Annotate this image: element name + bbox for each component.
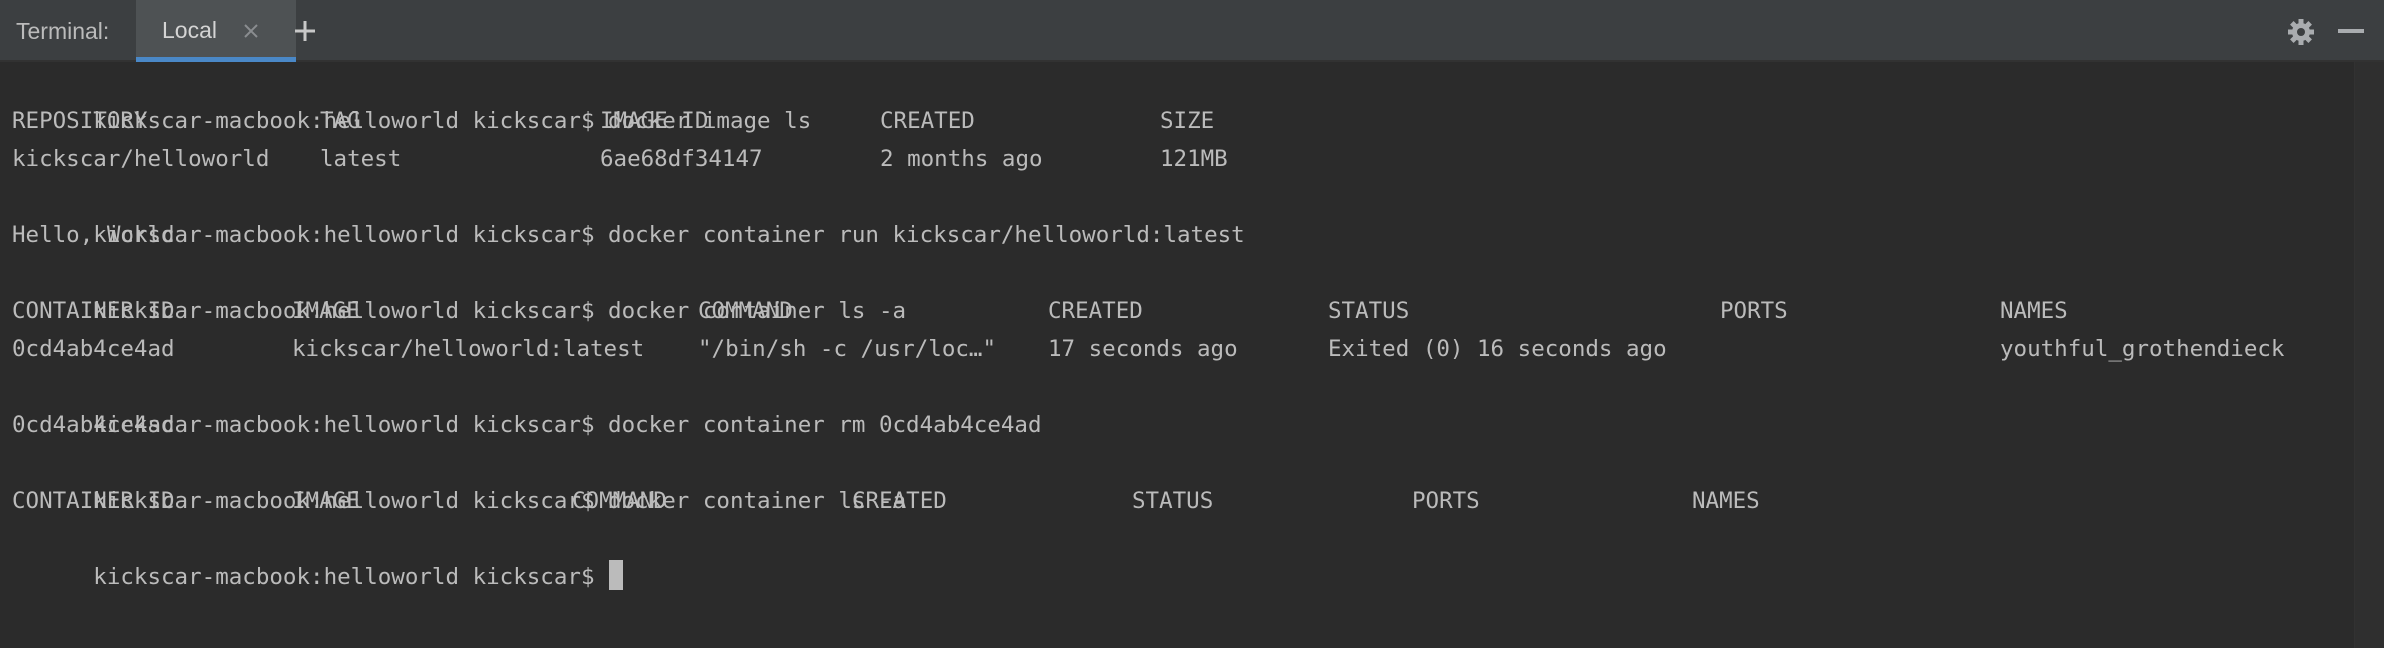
header-command: COMMAND — [698, 298, 793, 324]
cell-names: youthful_grothendieck — [2000, 336, 2285, 362]
close-icon[interactable] — [240, 20, 262, 42]
add-tab-icon[interactable] — [290, 16, 320, 46]
terminal-output-line: Hello, World — [12, 222, 175, 248]
header-command: COMMAND — [572, 488, 667, 514]
cell-status: Exited (0) 16 seconds ago — [1328, 336, 1667, 362]
table-header-row: CONTAINER ID IMAGE COMMAND CREATED STATU… — [12, 482, 2342, 520]
cell-image: kickscar/helloworld:latest — [292, 336, 645, 362]
header-tag: TAG — [320, 108, 361, 134]
header-image: IMAGE — [292, 298, 360, 324]
tab-local[interactable]: Local — [136, 0, 296, 62]
header-ports: PORTS — [1720, 298, 1788, 324]
header-image: IMAGE — [292, 488, 360, 514]
terminal-input-line[interactable]: kickscar-macbook:helloworld kickscar$ — [12, 520, 623, 590]
cell-image-id: 6ae68df34147 — [600, 146, 763, 172]
tool-window-title: Terminal: — [16, 18, 110, 44]
header-repository: REPOSITORY — [12, 108, 148, 134]
cell-created: 2 months ago — [880, 146, 1043, 172]
terminal-command-line: kickscar-macbook:helloworld kickscar$ do… — [12, 254, 906, 324]
header-created: CREATED — [880, 108, 975, 134]
cell-command: "/bin/sh -c /usr/loc…" — [698, 336, 997, 362]
header-created: CREATED — [852, 488, 947, 514]
cell-repository: kickscar/helloworld — [12, 146, 270, 172]
header-names: NAMES — [2000, 298, 2068, 324]
table-header-row: REPOSITORY TAG IMAGE ID CREATED SIZE — [12, 102, 2342, 140]
text-cursor — [608, 560, 623, 590]
header-container-id: CONTAINER ID — [12, 298, 175, 324]
command: docker container rm 0cd4ab4ce4ad — [608, 412, 1042, 438]
vertical-scrollbar[interactable] — [2354, 62, 2384, 648]
header-size: SIZE — [1160, 108, 1215, 134]
header-status: STATUS — [1328, 298, 1410, 324]
table-row: kickscar/helloworld latest 6ae68df34147 … — [12, 140, 2342, 178]
tab-label: Local — [162, 17, 217, 43]
header-image-id: IMAGE ID — [600, 108, 709, 134]
gear-icon[interactable] — [2286, 17, 2316, 47]
terminal-command-line: kickscar-macbook:helloworld kickscar$ do… — [12, 368, 1041, 438]
cell-tag: latest — [320, 146, 402, 172]
command: docker container run kickscar/helloworld… — [608, 222, 1245, 248]
terminal-output-line: 0cd4ab4ce4ad — [12, 412, 175, 438]
header-created: CREATED — [1048, 298, 1143, 324]
table-header-row: CONTAINER ID IMAGE COMMAND CREATED STATU… — [12, 292, 2342, 330]
header-status: STATUS — [1132, 488, 1214, 514]
terminal-output[interactable]: kickscar-macbook:helloworld kickscar$ do… — [0, 62, 2384, 648]
terminal-command-line: kickscar-macbook:helloworld kickscar$ do… — [12, 178, 1244, 248]
terminal-window: Terminal: Local kickscar-macbook:hellowo… — [0, 0, 2384, 648]
terminal-tab-bar: Terminal: Local — [0, 0, 2384, 62]
table-row: 0cd4ab4ce4ad kickscar/helloworld:latest … — [12, 330, 2342, 368]
cell-container-id: 0cd4ab4ce4ad — [12, 336, 175, 362]
terminal-command-line: kickscar-macbook:helloworld kickscar$ do… — [12, 444, 906, 514]
header-ports: PORTS — [1412, 488, 1480, 514]
header-container-id: CONTAINER ID — [12, 488, 175, 514]
cell-size: 121MB — [1160, 146, 1228, 172]
prompt: kickscar-macbook:helloworld kickscar$ — [93, 564, 595, 590]
cell-created: 17 seconds ago — [1048, 336, 1238, 362]
terminal-command-line: kickscar-macbook:helloworld kickscar$ do… — [12, 64, 811, 134]
header-names: NAMES — [1692, 488, 1760, 514]
minimize-icon[interactable] — [2338, 29, 2364, 35]
